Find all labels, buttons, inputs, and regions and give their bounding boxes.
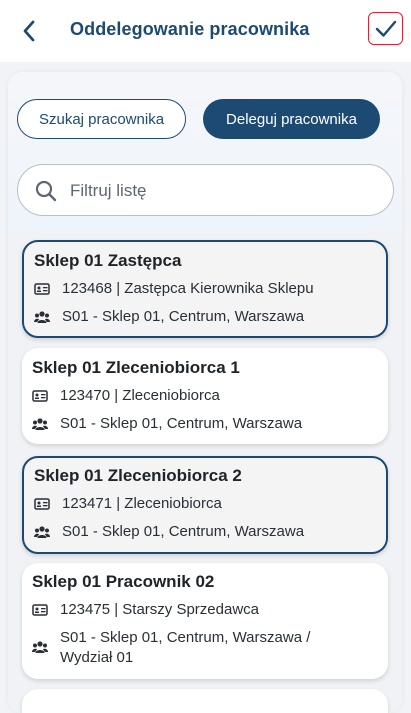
chevron-left-icon [23,20,35,42]
employee-id-row: 123468 | Zastępca Kierownika Sklepu [34,279,362,299]
search-icon [35,180,57,202]
checkmark-icon [375,20,396,37]
employee-card[interactable]: Sklep 01 Zleceniobiorca 1 123470 | Zlece… [22,348,388,444]
id-card-icon [34,498,50,510]
employee-id-role: 123470 | Zleceniobiorca [60,387,220,404]
id-card-icon [32,390,48,402]
employee-location: S01 - Sklep 01, Centrum, Warszawa [62,523,305,540]
controls-area: Szukaj pracownika Deleguj pracownika [8,72,402,230]
employee-location: S01 - Sklep 01, Centrum, Warszawa / Wydz… [60,629,311,666]
users-icon [32,641,48,653]
employee-name: Sklep 01 Pracownik 02 [32,572,215,591]
page-title: Oddelegowanie pracownika [70,19,310,39]
employee-location-row: S01 - Sklep 01, Centrum, Warszawa [32,414,360,434]
delegate-employee-button[interactable]: Deleguj pracownika [203,99,380,139]
id-card-icon [34,283,50,295]
confirm-button[interactable] [368,12,403,45]
employee-name: Sklep 01 Zastępca [34,251,182,270]
app-header: Oddelegowanie pracownika [0,0,411,62]
employee-name: Sklep 01 Zleceniobiorca 2 [34,466,242,485]
employee-id-role: 123468 | Zastępca Kierownika Sklepu [62,280,314,297]
employee-location-row: S01 - Sklep 01, Centrum, Warszawa [34,307,362,327]
employee-id-row: 123475 | Starszy Sprzedawca [32,600,360,620]
employee-location-row: S01 - Sklep 01, Centrum, Warszawa [34,522,362,542]
employee-location-row: S01 - Sklep 01, Centrum, Warszawa / Wydz… [25,628,350,668]
employee-location: S01 - Sklep 01, Centrum, Warszawa [62,308,305,325]
search-employee-button[interactable]: Szukaj pracownika [17,99,186,139]
employee-name: Sklep 01 Zleceniobiorca 1 [32,358,240,377]
employee-id-role: 123475 | Starszy Sprzedawca [60,601,260,618]
back-button[interactable] [14,15,46,47]
employee-card-partial[interactable] [22,689,388,713]
users-icon [34,311,50,323]
employee-id-role: 123471 | Zleceniobiorca [62,495,222,512]
users-icon [32,418,48,430]
filter-input[interactable] [70,177,370,205]
id-card-icon [32,604,48,616]
employee-id-row: 123471 | Zleceniobiorca [34,494,362,514]
filter-box[interactable] [17,164,394,216]
employee-location: S01 - Sklep 01, Centrum, Warszawa [60,415,303,432]
employee-list: Sklep 01 Zastępca 123468 | Zastępca Kier… [8,230,402,713]
employee-card[interactable]: Sklep 01 Zleceniobiorca 2 123471 | Zlece… [22,456,388,554]
employee-card[interactable]: Sklep 01 Zastępca 123468 | Zastępca Kier… [22,240,388,338]
employee-id-row: 123470 | Zleceniobiorca [32,386,360,406]
content-panel: Szukaj pracownika Deleguj pracownika Skl… [8,72,402,713]
employee-card[interactable]: Sklep 01 Pracownik 02 123475 | Starszy S… [22,563,388,679]
users-icon [34,526,50,538]
